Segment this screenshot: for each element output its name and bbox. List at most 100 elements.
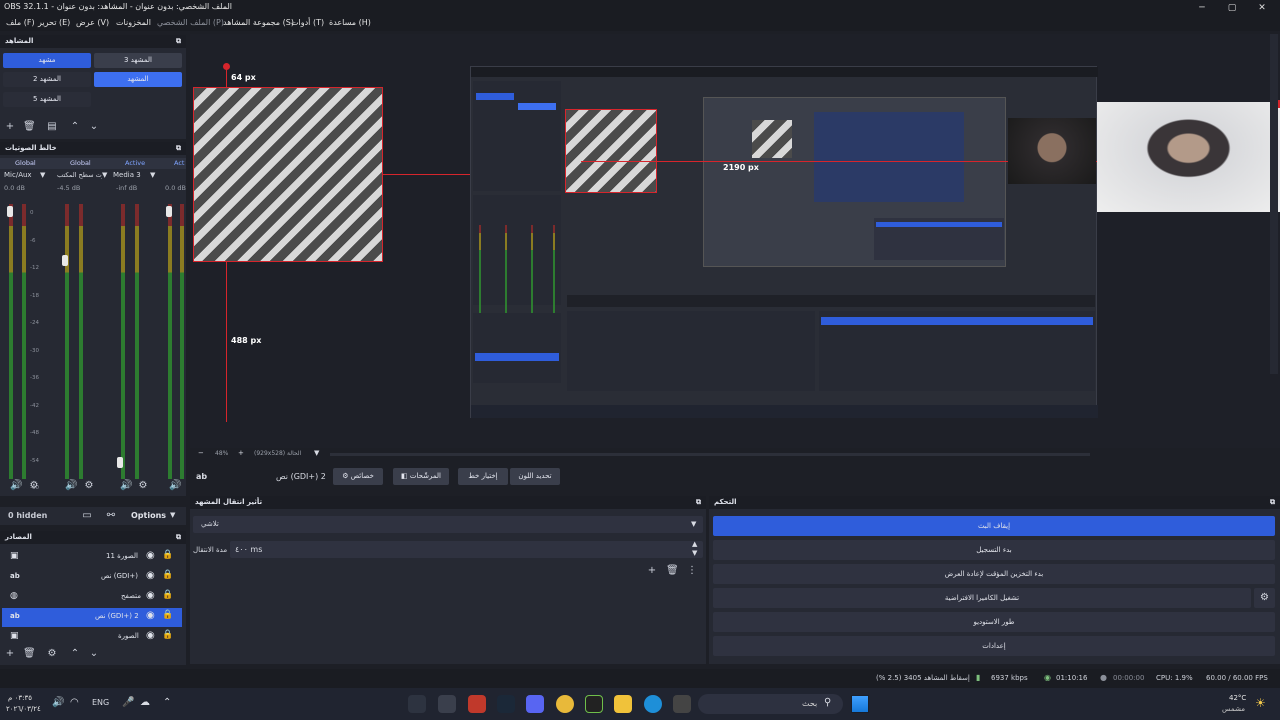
select-color-button[interactable]: تحديد اللون xyxy=(510,468,560,485)
gear-icon[interactable]: ⚙ xyxy=(46,648,58,660)
weather-temp[interactable]: 42°C xyxy=(1229,694,1246,702)
lock-icon[interactable]: 🔒 xyxy=(162,550,173,560)
chevron-down-icon[interactable]: ⌄ xyxy=(88,648,100,660)
preview-vertical-scrollbar[interactable] xyxy=(1270,34,1278,374)
duration-input[interactable]: ٤٠٠ ms ▲ ▼ xyxy=(230,540,703,558)
clock-date[interactable]: ٢٠٢٦/٠٣/٢٤ xyxy=(6,705,41,713)
dropdown-icon[interactable]: ▼ xyxy=(150,171,155,179)
mixer-tab[interactable]: Global xyxy=(15,159,36,167)
weather-desc[interactable]: مشمس xyxy=(1222,705,1245,713)
menu-file[interactable]: ملف (F) xyxy=(6,18,35,27)
menu-help[interactable]: مساعدة (H) xyxy=(329,18,371,27)
undock-icon[interactable]: ⧉ xyxy=(176,35,181,48)
speaker-icon[interactable]: 🔊 xyxy=(120,480,132,492)
source-row-selected[interactable]: ab نص (GDI+) 2 ◉ 🔒 xyxy=(2,608,182,627)
chevron-down-icon[interactable]: ▼ xyxy=(692,549,697,557)
preview-scrollbar[interactable] xyxy=(330,453,1090,456)
folder-icon[interactable] xyxy=(614,695,632,713)
more-icon[interactable]: ⋮ xyxy=(686,565,698,577)
list-icon[interactable]: ▭ xyxy=(80,510,94,522)
studio-mode-button[interactable]: طور الاستوديو xyxy=(713,612,1275,632)
zoom-in-icon[interactable]: + xyxy=(238,449,244,457)
scene-item[interactable]: المشهد 2 xyxy=(3,72,91,87)
lock-icon[interactable]: 🔒 xyxy=(162,570,173,580)
language-indicator[interactable]: ENG xyxy=(92,698,109,707)
source-row[interactable]: ab نص (GDI+) ◉ 🔒 xyxy=(2,568,182,587)
trash-icon[interactable]: 🗑 xyxy=(23,121,36,133)
properties-button[interactable]: ⚙ خصائص xyxy=(333,468,383,485)
trash-icon[interactable]: 🗑 xyxy=(666,565,679,577)
start-recording-button[interactable]: بدء التسجيل xyxy=(713,540,1275,560)
windows-start-icon[interactable] xyxy=(851,695,869,713)
clock-time[interactable]: ٠٣:٣٥ م xyxy=(8,694,32,702)
menu-scene-collection[interactable]: مجموعة المشاهد (S) xyxy=(223,18,294,27)
obs-icon[interactable] xyxy=(438,695,456,713)
add-icon[interactable]: + xyxy=(646,565,658,577)
selected-source-box[interactable] xyxy=(193,87,383,262)
zoom-out-icon[interactable]: − xyxy=(198,449,204,457)
lock-icon[interactable]: 🔒 xyxy=(162,610,173,620)
maximize-icon[interactable]: ▢ xyxy=(1222,1,1242,15)
settings-icon[interactable]: ⚙ xyxy=(137,480,149,492)
add-icon[interactable]: + xyxy=(4,121,16,133)
volume-fader[interactable] xyxy=(7,206,13,218)
eye-icon[interactable]: ◉ xyxy=(146,550,155,561)
scene-item[interactable]: مشهد xyxy=(3,53,91,68)
select-font-button[interactable]: إختيار خط xyxy=(458,468,508,485)
chrome-icon[interactable] xyxy=(556,695,574,713)
undock-icon[interactable]: ⧉ xyxy=(696,496,701,509)
menu-profile[interactable]: الملف الشخصي (P) xyxy=(157,18,224,27)
copilot-icon[interactable] xyxy=(408,695,426,713)
trash-icon[interactable]: 🗑 xyxy=(23,648,36,660)
mixer-tab[interactable]: Global xyxy=(70,159,91,167)
steam-icon[interactable] xyxy=(497,695,515,713)
speaker-icon[interactable]: 🔊 xyxy=(10,480,22,492)
eye-icon[interactable]: ◉ xyxy=(146,610,155,621)
undock-icon[interactable]: ⧉ xyxy=(176,531,181,544)
volume-fader[interactable] xyxy=(166,206,172,218)
volume-icon[interactable]: 🔊 xyxy=(52,697,64,708)
cloud-icon[interactable]: ☁ xyxy=(140,697,150,708)
scene-item[interactable]: المشهد 5 xyxy=(3,92,91,107)
search-box[interactable]: بحث ⚲ xyxy=(698,694,843,714)
lock-icon[interactable]: 🔒 xyxy=(162,630,173,640)
undock-icon[interactable]: ⧉ xyxy=(176,142,181,155)
source-row[interactable]: ▣ الصورة ◉ 🔒 xyxy=(2,628,182,647)
filter-icon[interactable]: ▤ xyxy=(46,121,58,133)
lock-icon[interactable]: 🔒 xyxy=(162,590,173,600)
speaker-icon[interactable]: 🔊 xyxy=(169,480,181,492)
scene-item-selected[interactable]: المشهد xyxy=(94,72,182,87)
volume-fader[interactable] xyxy=(117,457,123,469)
filters-button[interactable]: ◧ المرشّحات xyxy=(393,468,449,485)
scene-item[interactable]: المشهد 3 xyxy=(94,53,182,68)
menu-tools[interactable]: أدوات (T) xyxy=(291,18,324,27)
source-row[interactable]: ▣ الصورة 11 ◉ 🔒 xyxy=(2,548,182,567)
chevron-up-icon[interactable]: ⌃ xyxy=(69,648,81,660)
app-icon[interactable] xyxy=(585,695,603,713)
source-row[interactable]: ◍ متصفح ◉ 🔒 xyxy=(2,588,182,607)
eye-icon[interactable]: ◉ xyxy=(146,630,155,641)
close-icon[interactable]: ✕ xyxy=(1252,1,1272,15)
minimize-icon[interactable]: ─ xyxy=(1192,1,1212,15)
eye-icon[interactable]: ◉ xyxy=(146,590,155,601)
mic-icon[interactable]: 🎤 xyxy=(122,697,134,708)
mixer-tab[interactable]: Active xyxy=(125,159,145,167)
preview-canvas[interactable]: 64 px 488 px 2190 px − 48% + (929x528) ا… xyxy=(190,34,1280,462)
stop-streaming-button[interactable]: إيقاف البث xyxy=(713,516,1275,536)
chevron-up-icon[interactable]: ⌃ xyxy=(163,697,171,708)
chevron-down-icon[interactable]: ⌄ xyxy=(88,121,100,133)
menu-view[interactable]: عرض (V) xyxy=(76,18,109,27)
menu-edit[interactable]: تحرير (E) xyxy=(38,18,70,27)
mixer-tab[interactable]: Act xyxy=(174,159,184,167)
options-button[interactable]: Options xyxy=(131,511,166,520)
settings-icon[interactable]: ⚙ xyxy=(28,480,40,492)
dropdown-icon[interactable]: ▼ xyxy=(40,171,45,179)
settings-icon[interactable]: ⚙ xyxy=(83,480,95,492)
wifi-icon[interactable]: ◠ xyxy=(70,697,79,708)
transition-select[interactable]: تلاشي ▼ xyxy=(193,516,703,533)
app-icon[interactable] xyxy=(673,695,691,713)
speaker-icon[interactable]: 🔊 xyxy=(65,480,77,492)
dropdown-icon[interactable]: ▼ xyxy=(102,171,107,179)
undock-icon[interactable]: ⧉ xyxy=(1270,496,1275,509)
menu-docks[interactable]: المخزونات xyxy=(116,18,151,27)
